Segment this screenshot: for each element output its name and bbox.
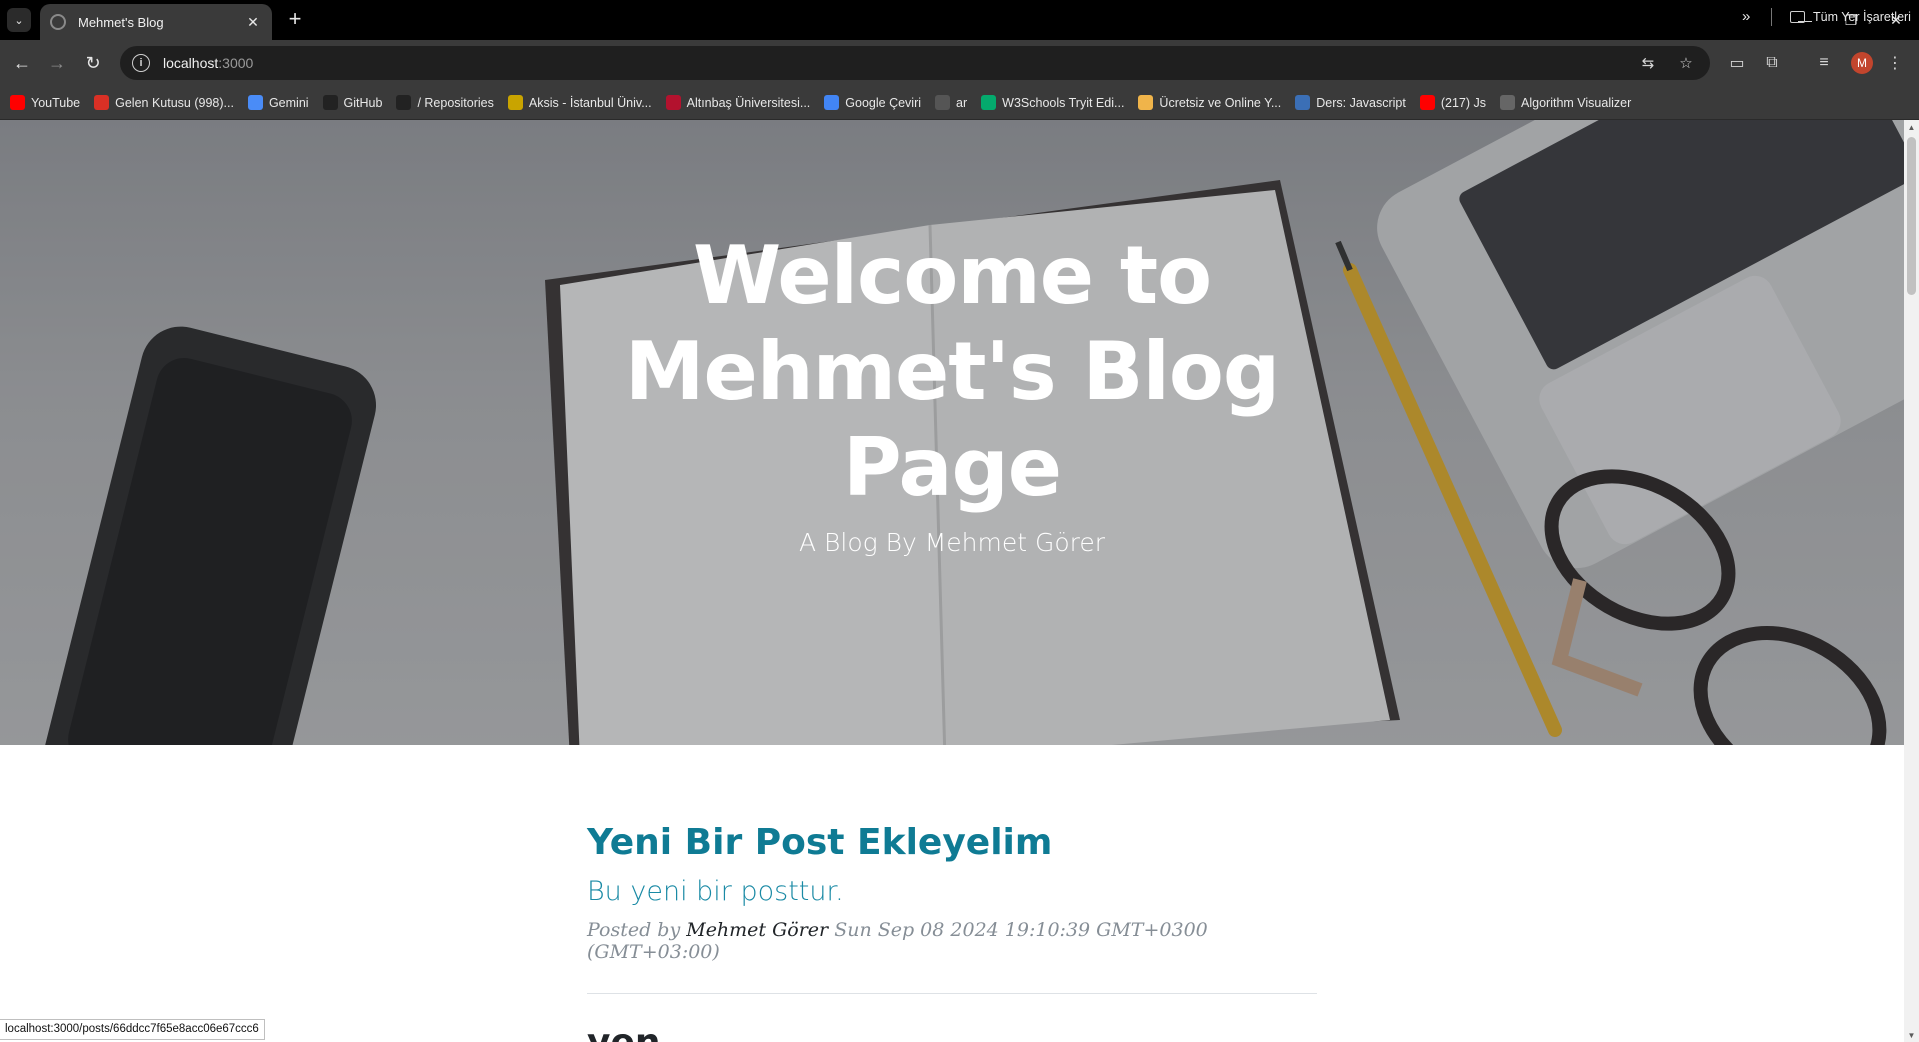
browser-tab[interactable]: Mehmet's Blog ✕ (40, 4, 272, 40)
youtube-icon (1419, 95, 1435, 110)
post-preview: Yeni Bir Post Ekleyelim Bu yeni bir post… (587, 820, 1317, 963)
bookmark-label: Gemini (268, 95, 309, 110)
page-viewport: Welcome to Mehmet's Blog Page A Blog By … (0, 120, 1904, 1042)
bookmark-label: Algorithm Visualizer (1521, 95, 1632, 110)
media-controls-icon[interactable]: ≡ (1812, 51, 1836, 75)
bookmark-label: ar (956, 95, 968, 110)
altinbas-icon (665, 95, 681, 110)
bookmark-label: GitHub (343, 95, 383, 110)
aksis-icon (507, 95, 523, 110)
translate-icon[interactable]: ⇆ (1636, 51, 1660, 75)
page-scrollbar[interactable]: ▲ ▼ (1904, 120, 1919, 1042)
post-preview: yen (587, 1022, 1317, 1042)
globe-icon (935, 95, 951, 110)
bookmark-item[interactable]: Google Çeviri (824, 95, 921, 110)
gmail-icon (94, 95, 110, 110)
bookmark-label: Google Çeviri (845, 95, 922, 110)
page-subtitle: A Blog By Mehmet Görer (798, 528, 1106, 557)
omnibox-actions: ⇆ ☆ (1636, 51, 1698, 75)
bookmark-item[interactable]: Altınbaş Üniversitesi... (665, 95, 811, 110)
bookmark-item[interactable]: Aksis - İstanbul Üniv... (507, 95, 652, 110)
bookmark-label: Ücretsiz ve Online Y... (1159, 95, 1282, 110)
post-author[interactable]: Mehmet Görer (686, 919, 828, 941)
url-port: :3000 (218, 55, 254, 71)
close-tab-icon[interactable]: ✕ (244, 14, 262, 31)
post-title-link[interactable]: Yeni Bir Post Ekleyelim (587, 820, 1317, 866)
extensions-icon[interactable]: ⧉ (1760, 51, 1784, 75)
bookmark-label: Altınbaş Üniversitesi... (686, 95, 811, 110)
algorithm-icon (1500, 95, 1516, 110)
bookmark-label: Gelen Kutusu (998)... (115, 95, 234, 110)
post-subtitle[interactable]: Bu yeni bir posttur. (587, 876, 1317, 907)
w3schools-icon (981, 95, 997, 110)
chevron-down-icon: ⌄ (14, 14, 24, 27)
profile-avatar[interactable]: M (1851, 52, 1873, 74)
tab-strip: ⌄ Mehmet's Blog ✕ + — ❐ ✕ (0, 0, 1919, 40)
gemini-icon (247, 95, 263, 110)
bookmark-item[interactable]: GitHub (322, 95, 383, 110)
post-list: Yeni Bir Post Ekleyelim Bu yeni bir post… (587, 820, 1317, 1042)
bookmark-item[interactable]: YouTube (10, 95, 80, 110)
tab-title: Mehmet's Blog (78, 14, 164, 30)
bookmark-item[interactable]: Gelen Kutusu (998)... (94, 95, 234, 110)
post-meta-prefix: Posted by (587, 919, 681, 941)
bookmark-item[interactable]: / Repositories (396, 95, 494, 110)
bookmark-label: Aksis - İstanbul Üniv... (528, 95, 652, 110)
bookmark-label: Ders: Javascript (1316, 95, 1406, 110)
scroll-down-icon[interactable]: ▼ (1904, 1028, 1919, 1042)
javascript-icon (1295, 95, 1311, 110)
bookmarks-overflow-button[interactable]: » (1742, 8, 1750, 25)
scroll-thumb[interactable] (1907, 137, 1916, 295)
all-bookmarks-label: Tüm Yer İşaretleri (1813, 10, 1911, 24)
site-info-icon[interactable]: i (132, 54, 150, 72)
tab-search-button[interactable]: ⌄ (7, 8, 31, 32)
post-date: Sun Sep 08 2024 19:10:39 GMT+0300 (GMT+0… (587, 919, 1208, 963)
post-title-link[interactable]: yen (587, 1022, 1317, 1042)
youtube-icon (10, 95, 25, 110)
all-bookmarks-button[interactable]: Tüm Yer İşaretleri (1790, 0, 1911, 34)
new-tab-button[interactable]: + (282, 7, 308, 33)
url-host: localhost (163, 55, 219, 71)
page-title: Welcome to Mehmet's Blog Page (624, 229, 1280, 514)
bookmark-item[interactable]: Algorithm Visualizer (1500, 95, 1631, 110)
bookmark-item[interactable]: W3Schools Tryit Edi... (981, 95, 1124, 110)
globe-icon (50, 14, 66, 30)
cast-icon[interactable]: ▭ (1725, 51, 1749, 75)
address-url[interactable]: localhost:3000 (163, 55, 253, 71)
bookmark-label: (217) Js (1440, 95, 1487, 110)
bookmark-label: YouTube (31, 95, 81, 110)
bookmark-label: / Repositories (417, 95, 494, 110)
hero-header: Welcome to Mehmet's Blog Page A Blog By … (0, 120, 1904, 745)
coin-icon (1138, 95, 1154, 110)
back-button[interactable]: ← (8, 49, 36, 77)
link-status-url: localhost:3000/posts/66ddcc7f65e8acc06e6… (0, 1019, 265, 1040)
bookmarks-bar: YouTube Gelen Kutusu (998)... Gemini GitHub… (0, 86, 1919, 120)
menu-kebab-icon[interactable]: ⋮ (1883, 51, 1907, 75)
folder-icon (1790, 11, 1805, 23)
bookmark-label: W3Schools Tryit Edi... (1002, 95, 1125, 110)
bookmark-item[interactable]: (217) Js (1419, 95, 1487, 110)
bookmark-item[interactable]: Gemini (247, 95, 309, 110)
forward-button[interactable]: → (43, 49, 71, 77)
bookmark-item[interactable]: Ücretsiz ve Online Y... (1138, 95, 1281, 110)
bookmark-item[interactable]: ar (935, 95, 967, 110)
bookmarks-divider (1771, 8, 1772, 26)
bookmark-item[interactable]: Ders: Javascript (1295, 95, 1406, 110)
scroll-up-icon[interactable]: ▲ (1904, 120, 1919, 134)
google-translate-icon (824, 95, 840, 110)
post-divider (587, 993, 1317, 994)
browser-toolbar: ← → ↻ i localhost:3000 ⇆ ☆ ▭ ⧉ ≡ M ⋮ (0, 40, 1919, 86)
github-icon (396, 95, 412, 110)
github-icon (322, 95, 338, 110)
reload-button[interactable]: ↻ (79, 49, 107, 77)
post-meta: Posted by Mehmet Görer Sun Sep 08 2024 1… (587, 919, 1317, 963)
site-heading: Welcome to Mehmet's Blog Page A Blog By … (0, 228, 1904, 557)
address-bar[interactable]: i localhost:3000 ⇆ ☆ (120, 46, 1710, 80)
bookmark-star-icon[interactable]: ☆ (1674, 51, 1698, 75)
